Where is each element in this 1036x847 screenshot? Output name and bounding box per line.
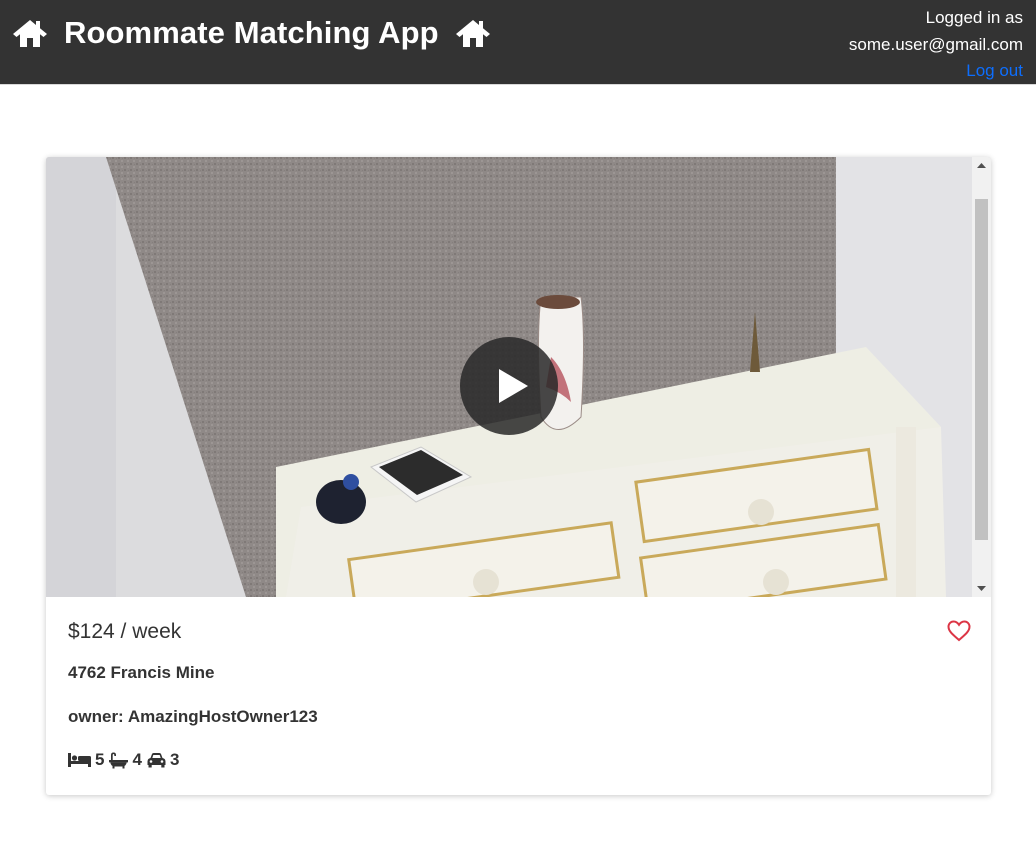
listing-price: $124 / week: [68, 620, 182, 643]
listing-video[interactable]: [46, 157, 991, 597]
media-scrollbar[interactable]: [972, 157, 991, 597]
home-icon: [13, 20, 47, 47]
home-icon: [455, 20, 490, 47]
play-button[interactable]: [460, 337, 558, 435]
car-icon: [147, 753, 166, 768]
play-icon: [499, 369, 528, 403]
heart-icon[interactable]: [947, 620, 971, 642]
listing-card[interactable]: $124 / week 4762 Francis Mine owner: Ama…: [46, 157, 991, 795]
listing-address: 4762 Francis Mine: [68, 663, 215, 682]
app-title: Roommate Matching App: [64, 15, 439, 50]
bathroom-count: 4: [132, 750, 142, 769]
logged-in-label: Logged in as: [925, 8, 1023, 27]
bedroom-count: 5: [95, 750, 105, 769]
listing-features: 5 4 3: [68, 750, 184, 770]
bath-icon: [109, 752, 129, 768]
scroll-up-arrow-icon[interactable]: [972, 157, 991, 176]
top-navbar: Roommate Matching App Logged in as some.…: [0, 0, 1036, 85]
scroll-down-arrow-icon[interactable]: [972, 578, 991, 597]
user-info: Logged in as some.user@gmail.com Log out: [849, 5, 1023, 85]
bed-icon: [68, 753, 91, 767]
app-brand[interactable]: Roommate Matching App: [12, 14, 491, 52]
scroll-thumb[interactable]: [975, 199, 988, 540]
logout-link[interactable]: Log out: [966, 61, 1023, 80]
parking-count: 3: [169, 750, 180, 769]
user-email: some.user@gmail.com: [848, 34, 1023, 54]
listing-owner: owner: AmazingHostOwner123: [68, 707, 318, 726]
